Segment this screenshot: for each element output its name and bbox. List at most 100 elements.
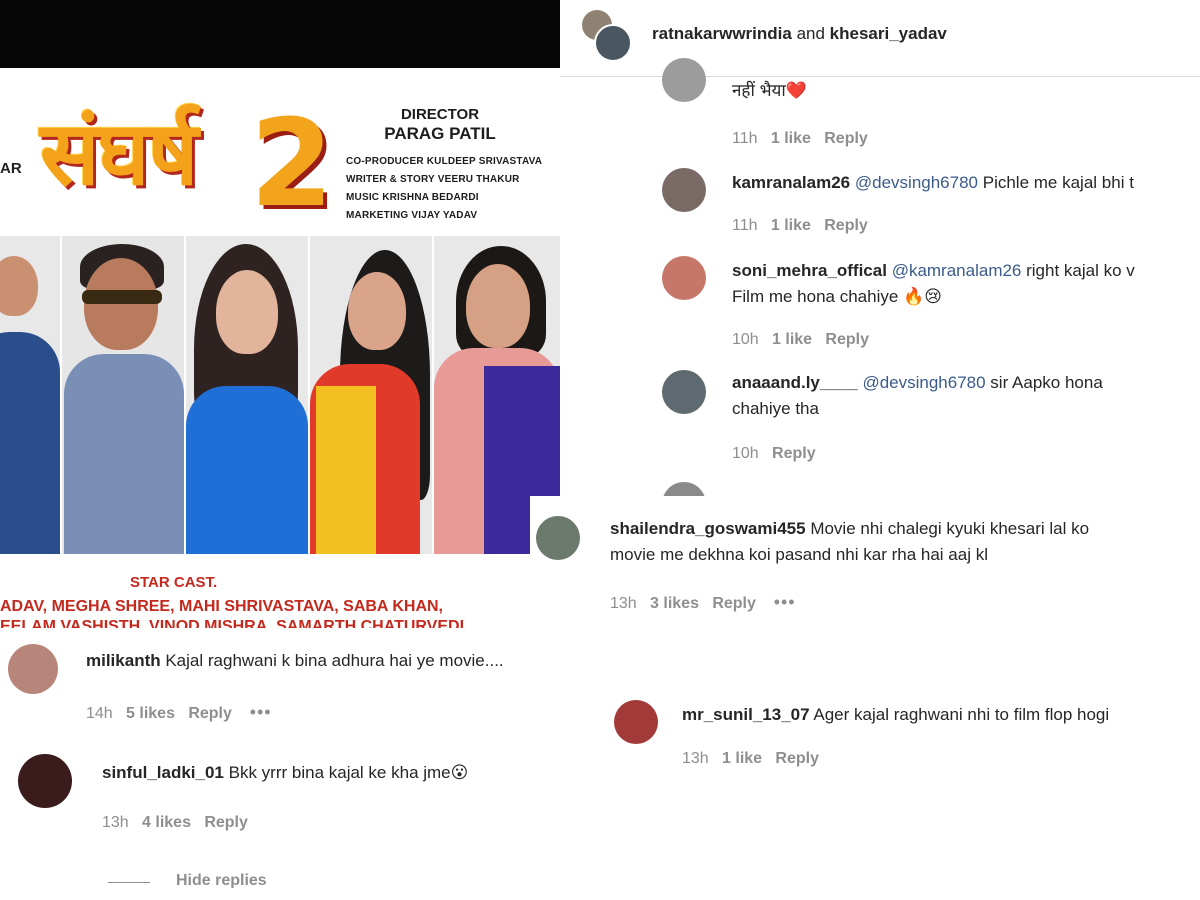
avatar[interactable] (662, 370, 706, 414)
reply-button[interactable]: Reply (775, 750, 819, 767)
comment-meta: 10h Reply (732, 445, 816, 463)
comment-meta: 13h 3 likes Reply ••• (610, 592, 796, 613)
reply-button[interactable]: Reply (204, 814, 248, 831)
mention-link[interactable]: @devsingh6780 (862, 373, 985, 392)
comment-likes[interactable]: 5 likes (126, 705, 175, 722)
comment-time: 11h (732, 130, 758, 147)
comment-likes[interactable]: 1 like (722, 750, 762, 767)
comment-text: right kajal ko v (1021, 261, 1135, 280)
header-joiner: and (796, 24, 825, 43)
comment-meta: 14h 5 likes Reply ••• (86, 702, 272, 723)
avatar[interactable] (18, 754, 72, 808)
post-header-title: ratnakarwwrindia and khesari_yadav (652, 24, 947, 44)
reply-button[interactable]: Reply (824, 130, 868, 147)
comment-body: milikanth Kajal raghwani k bina adhura h… (86, 648, 504, 674)
comment-body: mr_sunil_13_07 Ager kajal raghwani nhi t… (682, 702, 1109, 728)
comment-username[interactable]: anaaand.ly____ (732, 373, 858, 392)
comment-time: 10h (732, 331, 759, 348)
comment-likes[interactable]: 3 likes (650, 595, 699, 612)
comment-text: Ager kajal raghwani nhi to film flop hog… (809, 705, 1110, 724)
more-options-icon[interactable]: ••• (250, 702, 272, 722)
avatar[interactable] (614, 700, 658, 744)
reply-button[interactable]: Reply (824, 217, 868, 234)
comment-text-line-2: Film me hona chahiye 🔥😢 (732, 287, 942, 306)
comment-body: anaaand.ly____ @devsingh6780 sir Aapko h… (732, 370, 1103, 422)
reply-button[interactable]: Reply (188, 705, 232, 722)
comment-time: 14h (86, 705, 113, 722)
reply-button[interactable]: Reply (825, 331, 869, 348)
star-cast-label: STAR CAST. (130, 574, 218, 591)
cast-names-line-2: EELAM VASHISTH, VINOD MISHRA, SAMARTH CH… (0, 618, 465, 628)
cast-photo-3 (186, 236, 311, 554)
writer-credit: WRITER & STORY VEERU THAKUR (346, 174, 520, 185)
movie-poster: AR संघर्ष 2 DIRECTOR PARAG PATIL CO-PROD… (0, 0, 560, 628)
director-name: PARAG PATIL (384, 124, 496, 143)
co-producer-credit: CO-PRODUCER KULDEEP SRIVASTAVA (346, 156, 543, 167)
reply-button[interactable]: Reply (772, 445, 816, 462)
header-user-2[interactable]: khesari_yadav (830, 24, 947, 43)
comment-body: kamranalam26 @devsingh6780 Pichle me kaj… (732, 170, 1134, 196)
comment-username[interactable]: sinful_ladki_01 (102, 763, 224, 782)
comment-card-sinful: sinful_ladki_01 Bkk yrrr bina kajal ke k… (0, 740, 610, 900)
cast-photo-2 (62, 236, 187, 554)
comment-text: Kajal raghwani k bina adhura hai ye movi… (160, 651, 504, 670)
comment-card-milikanth: milikanth Kajal raghwani k bina adhura h… (0, 628, 640, 728)
comment-text-line-2: movie me dekhna koi pasand nhi kar rha h… (610, 545, 988, 564)
post-comments-panel: ratnakarwwrindia and khesari_yadav नहीं … (560, 0, 1200, 496)
comment-card-sunil: mr_sunil_13_07 Ager kajal raghwani nhi t… (610, 690, 1200, 780)
comment-text: Pichle me kajal bhi t (978, 173, 1134, 192)
avatar[interactable] (536, 516, 580, 560)
avatar[interactable] (662, 256, 706, 300)
post-author-avatars[interactable] (582, 10, 632, 62)
hide-replies-button[interactable]: Hide replies (176, 872, 267, 888)
comment-body: sinful_ladki_01 Bkk yrrr bina kajal ke k… (102, 760, 468, 786)
comment-time: 13h (682, 750, 709, 767)
marketing-credit: MARKETING VIJAY YADAV (346, 210, 478, 221)
cast-photo-strip (0, 236, 560, 554)
comment-meta: 13h 4 likes Reply (102, 814, 248, 832)
cast-photo-4 (310, 236, 435, 554)
hide-replies-line (108, 882, 150, 883)
avatar[interactable] (662, 58, 706, 102)
comment-likes[interactable]: 1 like (771, 130, 811, 147)
comment-card-shailendra: shailendra_goswami455 Movie nhi chalegi … (530, 496, 1200, 630)
mention-link[interactable]: @kamranalam26 (892, 261, 1022, 280)
comment-likes[interactable]: 1 like (771, 217, 811, 234)
music-credit: MUSIC KRISHNA BEDARDI (346, 192, 479, 203)
mention-link[interactable]: @devsingh6780 (855, 173, 978, 192)
avatar[interactable] (662, 482, 706, 496)
comment-text: Movie nhi chalegi kyuki khesari lal ko (805, 519, 1090, 538)
avatar[interactable] (662, 168, 706, 212)
poster-title-number: 2 (250, 95, 334, 234)
reply-button[interactable]: Reply (712, 595, 756, 612)
comment-body: soni_mehra_offical @kamranalam26 right k… (732, 258, 1135, 310)
comment-time: 10h (732, 445, 759, 462)
comment-meta: 11h 1 like Reply (732, 130, 868, 148)
comment-likes[interactable]: 1 like (772, 331, 812, 348)
comment-text: sir Aapko hona (985, 373, 1103, 392)
comment-username[interactable]: kamranalam26 (732, 173, 850, 192)
comment-time: 13h (610, 595, 637, 612)
comment-time: 13h (102, 814, 129, 831)
comment-text: नहीं भैया❤️ (732, 81, 807, 100)
comment-username[interactable]: soni_mehra_offical (732, 261, 887, 280)
avatar[interactable] (8, 644, 58, 694)
poster-cut-text: AR (0, 160, 22, 177)
comment-username[interactable]: mr_sunil_13_07 (682, 705, 810, 724)
cast-names-line-1: ADAV, MEGHA SHREE, MAHI SHRIVASTAVA, SAB… (0, 598, 443, 615)
comment-meta: 11h 1 like Reply (732, 217, 868, 235)
header-user-1[interactable]: ratnakarwwrindia (652, 24, 792, 43)
header-divider (560, 76, 1200, 77)
comment-meta: 10h 1 like Reply (732, 331, 869, 349)
director-label: DIRECTOR (400, 106, 480, 123)
cast-photo-1 (0, 236, 63, 554)
comment-text: Bkk yrrr bina kajal ke kha jme😮 (223, 763, 469, 782)
more-options-icon[interactable]: ••• (774, 592, 796, 612)
comment-text-line-2: chahiye tha (732, 399, 819, 418)
comment-body: shailendra_goswami455 Movie nhi chalegi … (610, 516, 1089, 568)
comment-username[interactable]: shailendra_goswami455 (610, 519, 806, 538)
comment-username[interactable]: milikanth (86, 651, 161, 670)
avatar (594, 24, 632, 62)
comment-likes[interactable]: 4 likes (142, 814, 191, 831)
comment-time: 11h (732, 217, 758, 234)
